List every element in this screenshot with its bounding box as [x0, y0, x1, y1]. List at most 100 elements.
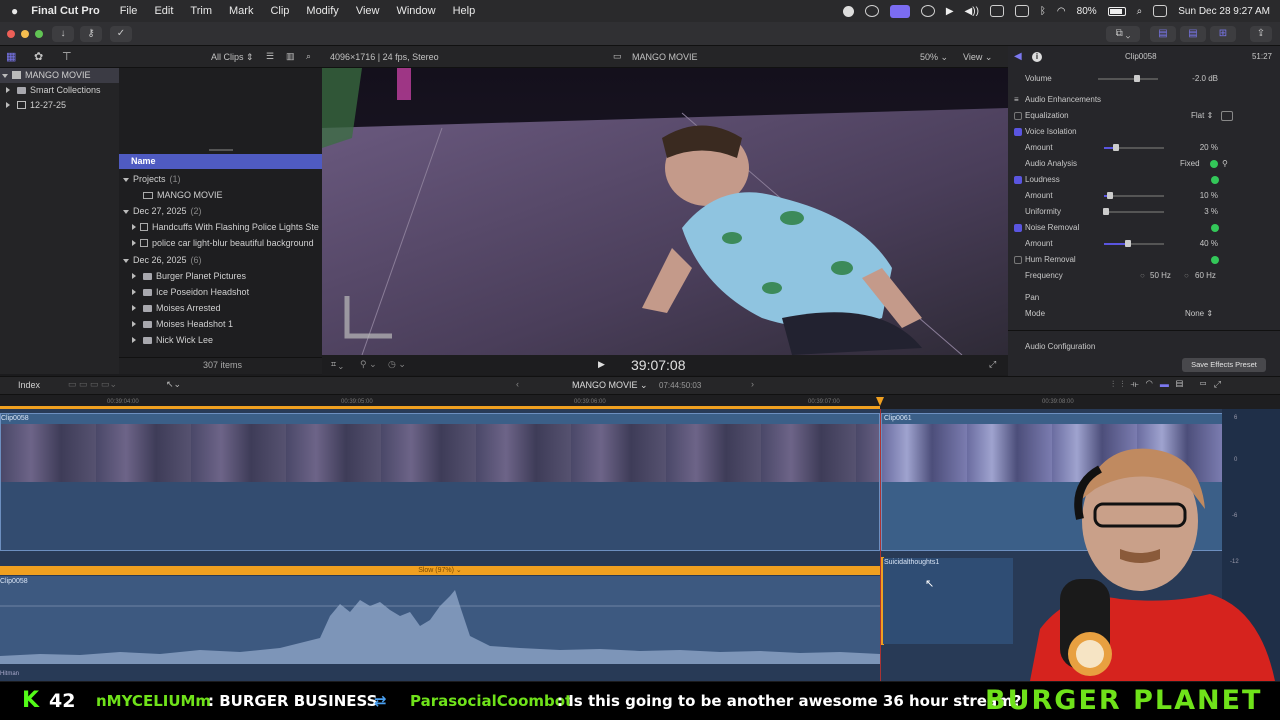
edit-tools-icons[interactable]: ▭ ▭ ▭ ▭⌄: [68, 379, 117, 390]
uniformity-value[interactable]: 3 %: [1204, 204, 1218, 220]
timecode-display[interactable]: 39:07:08: [631, 357, 686, 373]
volume-slider[interactable]: [1098, 78, 1158, 80]
control-center-icon[interactable]: [1153, 5, 1168, 17]
project-name-dropdown[interactable]: MANGO MOVIE ⌄: [572, 380, 648, 391]
info-tab-icon[interactable]: i: [1032, 52, 1042, 62]
background-tasks-button[interactable]: ✓: [110, 26, 132, 42]
save-effects-preset-button[interactable]: Save Effects Preset: [1182, 358, 1266, 372]
section-dec-26[interactable]: Dec 26, 2025 (6): [119, 252, 322, 268]
transform-icon[interactable]: ⌗ ⌄: [331, 359, 343, 370]
browser-search-icon[interactable]: ⌕: [306, 51, 311, 62]
list-item[interactable]: MANGO MOVIE: [119, 187, 322, 203]
zoom-window-button[interactable]: [35, 30, 43, 38]
eq-graph-icon[interactable]: [1221, 111, 1233, 121]
list-item[interactable]: Moises Headshot 1: [119, 316, 322, 332]
speedometer-icon[interactable]: ◷ ⌄: [388, 359, 406, 370]
import-button[interactable]: ↓: [52, 26, 74, 42]
volume-icon[interactable]: ◀)): [965, 6, 979, 17]
volume-knob[interactable]: [1134, 75, 1140, 82]
video-clip-a[interactable]: Clip0058: [0, 413, 880, 551]
menu-window[interactable]: Window: [396, 5, 435, 17]
menu-help[interactable]: Help: [453, 5, 476, 17]
audio-tab-icon[interactable]: ◀: [1014, 49, 1022, 65]
wifi-icon[interactable]: ◠: [1057, 6, 1066, 17]
share-button[interactable]: ⇪: [1250, 26, 1272, 42]
playhead-marker[interactable]: [876, 397, 884, 406]
noise-removal-checkbox[interactable]: [1014, 224, 1022, 232]
volume-value[interactable]: -2.0 dB: [1192, 71, 1218, 87]
toggle-timeline-button[interactable]: ▤: [1180, 26, 1206, 42]
pan-mode-dropdown[interactable]: None ⇕: [1185, 306, 1213, 322]
titles-icon[interactable]: ⊤: [62, 50, 72, 63]
apple-icon[interactable]: ●: [11, 4, 18, 18]
history-forward-icon[interactable]: ›: [751, 379, 754, 389]
view-dropdown[interactable]: View ⌄: [963, 52, 992, 63]
menu-mark[interactable]: Mark: [229, 5, 253, 17]
section-projects[interactable]: Projects (1): [119, 171, 322, 187]
magic-wand-icon[interactable]: ⚲: [1222, 156, 1228, 172]
zoom-dropdown[interactable]: 50% ⌄: [920, 52, 948, 63]
play-status-icon[interactable]: ▶: [946, 6, 954, 17]
audio-clip[interactable]: Clip0058: [0, 576, 880, 664]
menu-trim[interactable]: Trim: [190, 5, 212, 17]
sidebar-item-event[interactable]: 12-27-25: [0, 98, 119, 113]
hum-removal-checkbox[interactable]: [1014, 256, 1022, 264]
list-item[interactable]: Moises Arrested: [119, 300, 322, 316]
list-item[interactable]: Nick Wick Lee: [119, 332, 322, 348]
filmstrip-view-icon[interactable]: ☰: [266, 51, 274, 62]
photos-icon[interactable]: ✿: [34, 50, 43, 63]
equalization-dropdown[interactable]: Flat ⇕: [1191, 108, 1213, 124]
list-item[interactable]: Ice Poseidon Headshot: [119, 284, 322, 300]
battery-icon[interactable]: [1107, 6, 1126, 16]
vi-amount-value[interactable]: 20 %: [1200, 140, 1218, 156]
display-icon[interactable]: [1014, 5, 1029, 17]
list-item[interactable]: police car light-blur beautiful backgrou…: [119, 235, 322, 251]
equalization-checkbox[interactable]: [1014, 112, 1022, 120]
bluetooth-icon[interactable]: ᛒ: [1040, 6, 1046, 17]
list-view-icon[interactable]: ▥: [286, 51, 295, 62]
screen-icon[interactable]: [989, 5, 1004, 17]
timeline[interactable]: Clip0058 Clip0061 Slow (97%) ⌄ Clip0058 …: [0, 409, 1280, 681]
fullscreen-icon[interactable]: ⤢: [989, 359, 996, 370]
search-icon[interactable]: ⌕: [1137, 6, 1143, 17]
history-back-icon[interactable]: ‹: [516, 379, 519, 389]
slider-knob[interactable]: [1113, 144, 1119, 151]
recording-icon[interactable]: [889, 4, 910, 18]
workspace-layout-button[interactable]: ⧉ ⌄: [1106, 26, 1140, 42]
viewer[interactable]: [322, 68, 1008, 355]
loud-amount-value[interactable]: 10 %: [1200, 188, 1218, 204]
uniformity-slider[interactable]: [1104, 211, 1164, 213]
keywords-button[interactable]: ⚷: [80, 26, 102, 42]
app-name-menu[interactable]: Final Cut Pro: [31, 5, 99, 17]
close-window-button[interactable]: [7, 30, 15, 38]
freq-50-radio[interactable]: ○: [1140, 268, 1145, 284]
sidebar-item-smart-collections[interactable]: Smart Collections: [0, 83, 119, 98]
menu-modify[interactable]: Modify: [306, 5, 338, 17]
datetime[interactable]: Sun Dec 28 9:27 AM: [1178, 6, 1270, 17]
status-app-icon[interactable]: [864, 5, 879, 17]
minimize-window-button[interactable]: [21, 30, 29, 38]
section-dec-27[interactable]: Dec 27, 2025 (2): [119, 203, 322, 219]
noise-amount-value[interactable]: 40 %: [1200, 236, 1218, 252]
menu-clip[interactable]: Clip: [270, 5, 289, 17]
menu-edit[interactable]: Edit: [154, 5, 173, 17]
slider-knob[interactable]: [1125, 240, 1131, 247]
list-item[interactable]: Handcuffs With Flashing Police Lights St…: [119, 219, 322, 235]
menu-file[interactable]: File: [120, 5, 138, 17]
sidebar-item-library[interactable]: MANGO MOVIE: [0, 68, 119, 83]
timeline-ruler[interactable]: 00:39:04:00 00:39:05:00 00:39:06:00 00:3…: [0, 395, 1280, 409]
media-browser-icon[interactable]: ▦: [6, 50, 16, 63]
retime-bar[interactable]: Slow (97%) ⌄: [0, 566, 880, 575]
connected-clip[interactable]: Suicidalthoughts1: [883, 558, 1013, 644]
menu-view[interactable]: View: [356, 5, 380, 17]
loud-amount-slider[interactable]: [1104, 195, 1164, 197]
index-button[interactable]: Index: [18, 380, 40, 390]
slider-knob[interactable]: [1107, 192, 1113, 199]
play-button[interactable]: ▶: [598, 359, 605, 370]
name-column-header[interactable]: Name: [119, 154, 322, 169]
clip-filter-dropdown[interactable]: All Clips ⇕: [211, 52, 254, 63]
timeline-option-icons[interactable]: ⫶⫶⟛◠▬▤ ▭⤢: [1112, 379, 1228, 390]
slider-knob[interactable]: [1102, 208, 1109, 215]
audio-enhancements-header[interactable]: ≡ Audio Enhancements: [1008, 92, 1280, 108]
toggle-browser-button[interactable]: ▤: [1150, 26, 1176, 42]
